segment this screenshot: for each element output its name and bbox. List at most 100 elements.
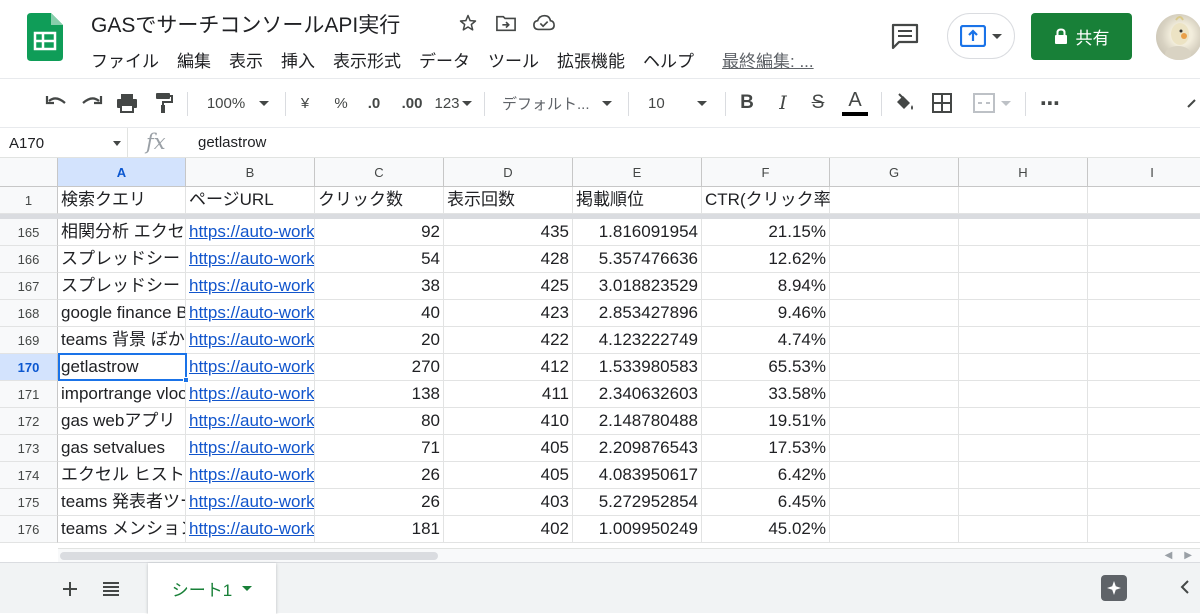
empty-cell[interactable] <box>830 273 959 300</box>
row-header[interactable]: 165 <box>0 219 58 246</box>
header-cell-impressions[interactable]: 表示回数 <box>444 187 573 214</box>
empty-cell[interactable] <box>959 354 1088 381</box>
cell-ctr[interactable]: 6.45% <box>702 489 830 516</box>
row-header[interactable]: 1 <box>0 187 58 214</box>
cell-impressions[interactable]: 403 <box>444 489 573 516</box>
cell-query[interactable]: google finance B <box>58 300 186 327</box>
italic-button[interactable]: I <box>772 79 794 127</box>
empty-cell[interactable] <box>959 246 1088 273</box>
font-size-select[interactable]: 10 <box>648 79 718 127</box>
column-header-g[interactable]: G <box>830 158 959 187</box>
font-family-select[interactable]: デフォルト... <box>502 79 620 127</box>
strikethrough-button[interactable]: S <box>807 79 829 127</box>
column-header-e[interactable]: E <box>573 158 702 187</box>
empty-cell[interactable] <box>830 462 959 489</box>
row-header[interactable]: 174 <box>0 462 58 489</box>
currency-format-button[interactable]: ¥ <box>294 79 316 127</box>
sheet-tab[interactable]: シート1 <box>148 563 276 614</box>
row-header[interactable]: 172 <box>0 408 58 435</box>
empty-cell[interactable] <box>959 273 1088 300</box>
cell-query[interactable]: teams メンション <box>58 516 186 543</box>
borders-button[interactable] <box>930 79 954 127</box>
column-header-c[interactable]: C <box>315 158 444 187</box>
cell-url[interactable]: https://auto-worker <box>186 381 315 408</box>
empty-cell[interactable] <box>1088 327 1200 354</box>
header-cell-clicks[interactable]: クリック数 <box>315 187 444 214</box>
comment-history-button[interactable] <box>890 22 920 50</box>
add-sheet-button[interactable] <box>56 575 84 603</box>
cell-position[interactable]: 5.357476636 <box>573 246 702 273</box>
empty-cell[interactable] <box>830 408 959 435</box>
redo-button[interactable] <box>79 79 105 127</box>
more-formats-button[interactable]: 123 <box>432 79 474 127</box>
cell-url[interactable]: https://auto-worker <box>186 516 315 543</box>
empty-cell[interactable] <box>959 187 1088 214</box>
cell-position[interactable]: 2.209876543 <box>573 435 702 462</box>
decrease-decimal-button[interactable]: .0 <box>360 79 388 127</box>
cloud-status-icon[interactable] <box>532 11 556 35</box>
cell-position[interactable]: 2.340632603 <box>573 381 702 408</box>
cell-url[interactable]: https://auto-worker <box>186 273 315 300</box>
text-color-button[interactable]: A <box>841 79 869 127</box>
cell-impressions[interactable]: 402 <box>444 516 573 543</box>
cell-clicks[interactable]: 138 <box>315 381 444 408</box>
cell-query[interactable]: スプレッドシート <box>58 246 186 273</box>
column-header-d[interactable]: D <box>444 158 573 187</box>
paint-format-button[interactable] <box>150 79 176 127</box>
fill-color-button[interactable] <box>892 79 916 127</box>
cell-clicks[interactable]: 38 <box>315 273 444 300</box>
cell-position[interactable]: 1.533980583 <box>573 354 702 381</box>
menu-view[interactable]: 表示 <box>229 47 263 72</box>
row-header[interactable]: 171 <box>0 381 58 408</box>
empty-cell[interactable] <box>959 381 1088 408</box>
cell-ctr[interactable]: 17.53% <box>702 435 830 462</box>
collapse-side-panel-icon[interactable] <box>1180 579 1190 600</box>
print-button[interactable] <box>114 79 140 127</box>
cell-position[interactable]: 4.083950617 <box>573 462 702 489</box>
cell-url[interactable]: https://auto-worker <box>186 246 315 273</box>
cell-position[interactable]: 3.018823529 <box>573 273 702 300</box>
name-box[interactable]: A170 <box>0 128 128 158</box>
empty-cell[interactable] <box>1088 516 1200 543</box>
cell-position[interactable]: 1.009950249 <box>573 516 702 543</box>
cell-impressions[interactable]: 425 <box>444 273 573 300</box>
cell-url[interactable]: https://auto-worker <box>186 435 315 462</box>
header-cell-query[interactable]: 検索クエリ <box>58 187 186 214</box>
cell-impressions[interactable]: 411 <box>444 381 573 408</box>
cell-impressions[interactable]: 435 <box>444 219 573 246</box>
column-header-a[interactable]: A <box>58 158 186 187</box>
cell-impressions[interactable]: 405 <box>444 435 573 462</box>
row-header[interactable]: 173 <box>0 435 58 462</box>
column-header-i[interactable]: I <box>1088 158 1200 187</box>
all-sheets-button[interactable] <box>97 575 125 603</box>
more-options-button[interactable]: ⋯ <box>1036 79 1064 127</box>
empty-cell[interactable] <box>830 300 959 327</box>
column-header-b[interactable]: B <box>186 158 315 187</box>
explore-button[interactable] <box>1101 575 1127 601</box>
empty-cell[interactable] <box>830 381 959 408</box>
cell-ctr[interactable]: 12.62% <box>702 246 830 273</box>
header-cell-position[interactable]: 掲載順位 <box>573 187 702 214</box>
row-header[interactable]: 168 <box>0 300 58 327</box>
cell-ctr[interactable]: 6.42% <box>702 462 830 489</box>
cell-clicks[interactable]: 181 <box>315 516 444 543</box>
cell-impressions[interactable]: 412 <box>444 354 573 381</box>
menu-help[interactable]: ヘルプ <box>643 47 694 72</box>
menu-file[interactable]: ファイル <box>91 47 159 72</box>
empty-cell[interactable] <box>1088 300 1200 327</box>
empty-cell[interactable] <box>959 516 1088 543</box>
cell-position[interactable]: 2.148780488 <box>573 408 702 435</box>
row-header[interactable]: 170 <box>0 354 58 381</box>
empty-cell[interactable] <box>1088 246 1200 273</box>
cell-ctr[interactable]: 65.53% <box>702 354 830 381</box>
cell-query[interactable]: teams 発表者ツール <box>58 489 186 516</box>
empty-cell[interactable] <box>830 246 959 273</box>
header-cell-url[interactable]: ページURL <box>186 187 315 214</box>
merge-cells-button[interactable] <box>968 79 1016 127</box>
empty-cell[interactable] <box>959 219 1088 246</box>
cell-url[interactable]: https://auto-worker <box>186 327 315 354</box>
cell-url[interactable]: https://auto-worker <box>186 219 315 246</box>
empty-cell[interactable] <box>1088 273 1200 300</box>
menu-data[interactable]: データ <box>419 47 470 72</box>
empty-cell[interactable] <box>830 219 959 246</box>
